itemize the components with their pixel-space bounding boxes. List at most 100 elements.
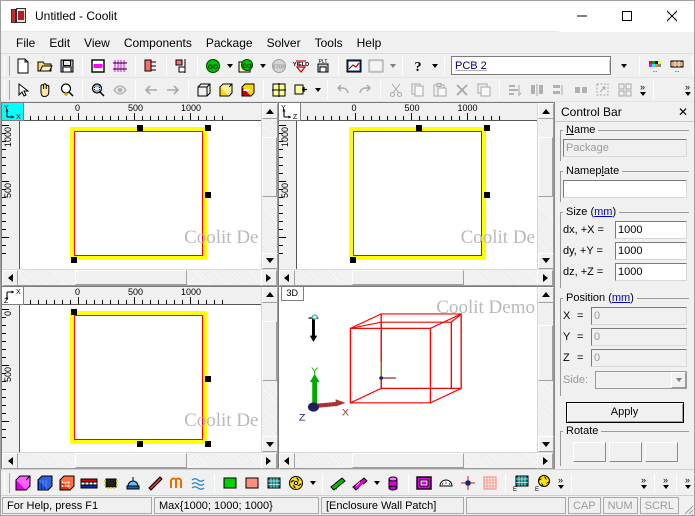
tree-list-icon[interactable] xyxy=(140,55,162,76)
scroll-down-button[interactable] xyxy=(538,252,554,269)
view-zx[interactable]: X Z 0 500 1000 0 500 Coolit De xyxy=(1,285,278,469)
package-name-input[interactable]: Package xyxy=(563,139,687,157)
close-button[interactable] xyxy=(649,0,694,32)
resistor-icon[interactable] xyxy=(144,472,166,493)
section-cube-icon[interactable] xyxy=(237,79,259,100)
menu-package[interactable]: Package xyxy=(199,33,260,53)
side-select[interactable] xyxy=(595,371,687,389)
scroll-down-button[interactable] xyxy=(261,436,278,452)
scroll-left-button[interactable] xyxy=(278,269,295,286)
scroll-up-button[interactable] xyxy=(261,103,278,119)
size-dx-input[interactable]: 1000 xyxy=(615,221,687,239)
align-objects-icon[interactable] xyxy=(171,55,193,76)
size-dz-input[interactable]: 1000 xyxy=(615,263,687,281)
resize-handle-bottom[interactable] xyxy=(137,440,143,447)
ramp-green-icon[interactable] xyxy=(327,472,349,493)
help-question-icon[interactable]: ? xyxy=(407,55,429,76)
vscroll-thumb[interactable] xyxy=(261,320,277,381)
resize-handle-right[interactable] xyxy=(483,192,490,198)
pcb-grid-icon[interactable] xyxy=(263,472,285,493)
grid-plane-icon[interactable] xyxy=(479,472,501,493)
resize-handle-top-left[interactable] xyxy=(71,308,77,315)
fan-dome-icon[interactable] xyxy=(122,472,144,493)
flow-waves-icon[interactable] xyxy=(188,472,210,493)
tab-3d[interactable]: 3D xyxy=(280,286,305,301)
menu-edit[interactable]: Edit xyxy=(42,33,77,53)
rotate-y-button[interactable] xyxy=(608,442,642,462)
help-dropdown[interactable] xyxy=(429,55,440,76)
control-bar-close-icon[interactable]: ✕ xyxy=(676,105,690,119)
resize-handle-bottom-left[interactable] xyxy=(349,257,356,263)
ramp-magenta-icon[interactable] xyxy=(349,472,371,493)
position-unit-link[interactable]: mm xyxy=(612,292,630,304)
object-selector-value[interactable]: PCB 2 xyxy=(452,59,610,72)
hscroll-track[interactable] xyxy=(294,269,537,285)
scroll-left-button[interactable] xyxy=(2,269,18,286)
vscrollbar-3d[interactable] xyxy=(537,286,554,452)
view-3d[interactable]: 3D Y X Z Coolit Demo xyxy=(277,285,554,469)
size-unit-link[interactable]: mm xyxy=(594,206,612,218)
toolbar-grip[interactable] xyxy=(4,55,10,76)
vscroll-track[interactable] xyxy=(538,119,553,253)
scroll-right-button[interactable] xyxy=(537,453,553,469)
scroll-right-button[interactable] xyxy=(537,269,553,286)
view-toolbar-overflow-2[interactable]: » xyxy=(681,79,694,100)
scroll-up-button[interactable] xyxy=(261,286,278,303)
hscrollbar-3d[interactable] xyxy=(278,452,553,469)
resize-grip[interactable] xyxy=(680,496,694,515)
scroll-up-button[interactable] xyxy=(538,103,554,119)
select-arrow-icon[interactable] xyxy=(12,79,34,100)
cylinder-icon[interactable] xyxy=(382,472,404,493)
menu-view[interactable]: View xyxy=(77,33,117,53)
resize-handle-top[interactable] xyxy=(137,125,143,131)
resize-handle-top-right[interactable] xyxy=(483,125,490,131)
size-dy-input[interactable]: 1000 xyxy=(615,242,687,260)
vscrollbar-yz[interactable] xyxy=(537,103,554,269)
minimize-button[interactable] xyxy=(559,0,604,32)
gauge-icon[interactable] xyxy=(435,472,457,493)
resize-handle-top[interactable] xyxy=(415,125,422,131)
block-blue-icon[interactable] xyxy=(34,472,56,493)
resize-handle-top-right[interactable] xyxy=(205,125,211,131)
fan-rotor-icon[interactable] xyxy=(285,472,307,493)
hscroll-track[interactable] xyxy=(18,269,261,285)
hscroll-thumb[interactable] xyxy=(75,453,187,468)
block-perforated-icon[interactable] xyxy=(56,472,78,493)
resize-handle-bottom-right[interactable] xyxy=(205,440,211,447)
go-solve-icon[interactable]: GO xyxy=(202,55,224,76)
scroll-left-button[interactable] xyxy=(2,453,18,469)
menu-file[interactable]: File xyxy=(9,33,42,53)
color-palette-icon[interactable]: ... xyxy=(644,55,666,76)
fan-curve-icon[interactable]: E xyxy=(532,472,554,493)
save-disk-icon[interactable] xyxy=(56,55,78,76)
hscroll-thumb[interactable] xyxy=(351,269,464,285)
open-folder-icon[interactable] xyxy=(34,55,56,76)
coil-icon[interactable] xyxy=(166,472,188,493)
package-window-icon[interactable] xyxy=(87,55,109,76)
go-solve-notes-icon[interactable]: GO xyxy=(235,55,257,76)
yield-icon[interactable]: YIELD xyxy=(290,55,312,76)
hscroll-track[interactable] xyxy=(18,453,261,468)
plot-view-icon[interactable] xyxy=(343,55,365,76)
canvas-yz[interactable]: Coolit De xyxy=(296,121,537,269)
point-monitor-icon[interactable] xyxy=(457,472,479,493)
plate-green-icon[interactable] xyxy=(219,472,241,493)
scroll-up-button[interactable] xyxy=(538,286,554,303)
components-toolbar-overflow[interactable]: » xyxy=(554,472,567,493)
hscrollbar-zx[interactable] xyxy=(2,452,277,469)
menu-help[interactable]: Help xyxy=(350,33,389,53)
object-selector-dropdown[interactable] xyxy=(613,55,635,76)
go-solve-dropdown[interactable] xyxy=(224,55,235,76)
menu-components[interactable]: Components xyxy=(117,33,199,53)
vscroll-thumb[interactable] xyxy=(538,137,553,197)
go-notes-dropdown[interactable] xyxy=(257,55,268,76)
solid-cube-icon[interactable] xyxy=(215,79,237,100)
position-z-input[interactable]: 0 xyxy=(591,349,687,367)
ramp-dropdown[interactable] xyxy=(371,472,382,493)
components-toolbar-overflow-2[interactable]: » xyxy=(637,472,650,493)
scroll-right-button[interactable] xyxy=(260,269,277,286)
hscrollbar-yz[interactable] xyxy=(278,268,553,286)
resize-handle-right[interactable] xyxy=(205,192,211,198)
fan-dropdown[interactable] xyxy=(307,472,318,493)
components-toolbar-grip[interactable] xyxy=(4,472,10,493)
